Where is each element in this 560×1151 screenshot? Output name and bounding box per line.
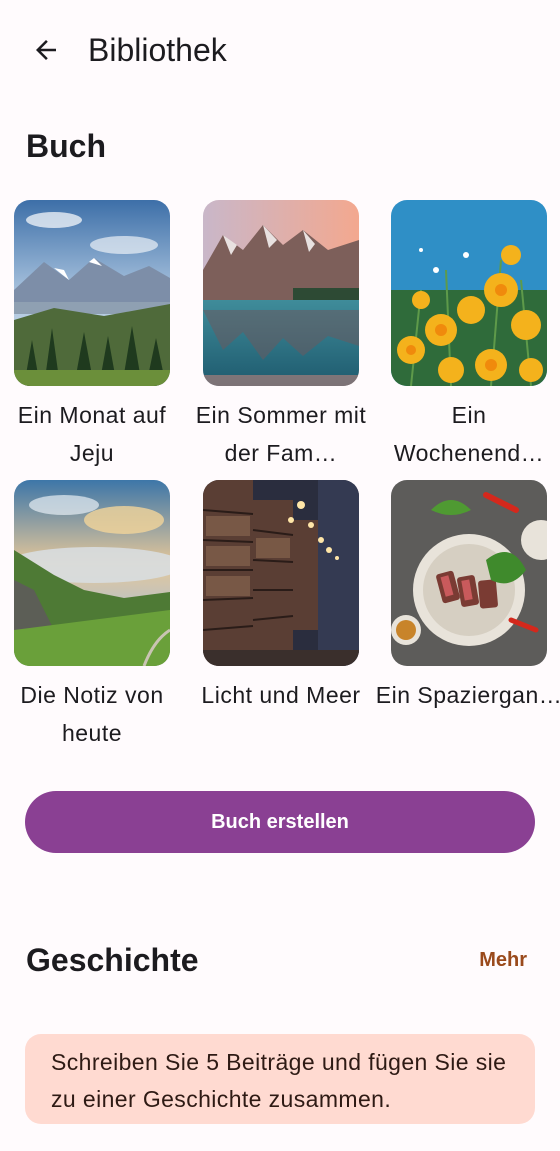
book-cover-image [391, 480, 547, 666]
book-cover-image [203, 480, 359, 666]
top-app-bar: Bibliothek [0, 0, 560, 100]
book-cover-image [203, 200, 359, 386]
book-card[interactable]: Ein Sommer mit der Fam… [196, 200, 366, 466]
book-card[interactable]: Licht und Meer [201, 480, 360, 708]
book-title: Licht und Meer [201, 682, 361, 708]
book-card[interactable]: Ein Monat auf Jeju [14, 200, 170, 466]
more-link[interactable]: Mehr [479, 946, 527, 974]
library-screen: Bibliothek Buch Ein Monat auf Jeju Ein S… [0, 0, 560, 1151]
book-card[interactable]: Ein Spaziergan… [376, 480, 560, 708]
arrow-back-icon [36, 40, 56, 60]
book-title: Die Notiz von heute [20, 682, 164, 746]
page-title: Bibliothek [88, 32, 227, 68]
book-title: Ein Wochenend… [393, 402, 545, 466]
book-card[interactable]: Die Notiz von heute [14, 480, 170, 746]
book-title: Ein Monat auf Jeju [17, 402, 167, 466]
book-cover-image [391, 200, 547, 386]
back-button[interactable] [24, 28, 68, 72]
book-cover-image [14, 200, 170, 386]
book-title: Ein Sommer mit der Fam… [195, 402, 367, 466]
book-cover-image [14, 480, 170, 666]
story-section-title: Geschichte [26, 942, 199, 978]
book-card[interactable]: Ein Wochenend… [391, 200, 547, 466]
create-book-button[interactable]: Buch erstellen [25, 791, 535, 853]
story-info-banner: Schreiben Sie 5 Beiträge und fügen Sie s… [25, 1034, 535, 1124]
book-title: Ein Spaziergan… [375, 682, 560, 708]
book-section-title: Buch [26, 128, 106, 164]
story-info-text: Schreiben Sie 5 Beiträge und fügen Sie s… [51, 1049, 507, 1112]
